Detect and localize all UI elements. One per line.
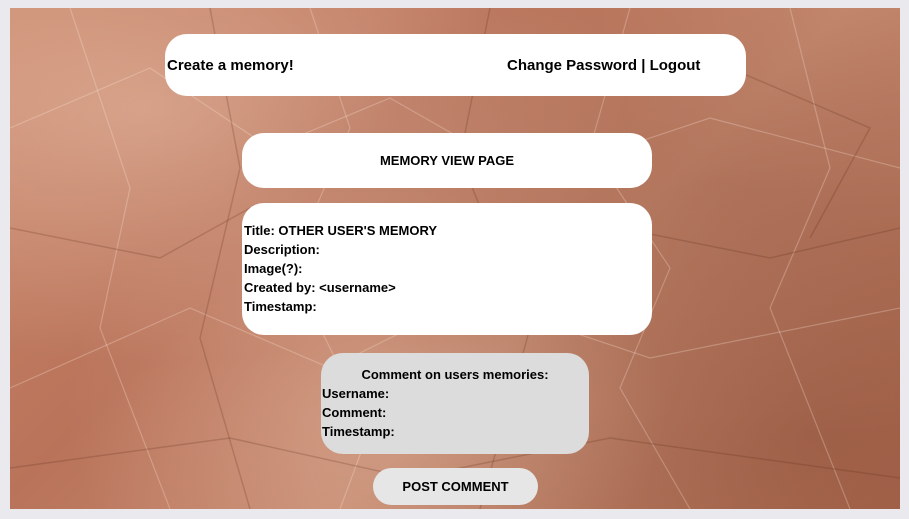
crumpled-paper-background: Create a memory! Change Password | Logou…: [10, 8, 900, 509]
comment-heading: Comment on users memories:: [361, 367, 549, 382]
comment-panel: Comment on users memories: Username: Com…: [321, 353, 589, 454]
create-memory-link[interactable]: Create a memory!: [167, 57, 294, 74]
change-password-link[interactable]: Change Password: [507, 57, 637, 74]
account-links: Change Password | Logout: [507, 57, 700, 74]
memory-description: Description:: [244, 242, 320, 257]
page-title: MEMORY VIEW PAGE: [379, 153, 515, 168]
logout-link[interactable]: Logout: [650, 57, 701, 74]
nav-separator: |: [637, 57, 650, 74]
memory-title: Title: OTHER USER'S MEMORY: [244, 223, 438, 238]
memory-details-panel: Title: OTHER USER'S MEMORY Description: …: [242, 203, 652, 335]
post-comment-button[interactable]: POST COMMENT: [373, 468, 538, 505]
top-navbar: Create a memory! Change Password | Logou…: [165, 34, 746, 96]
memory-timestamp: Timestamp:: [244, 299, 317, 314]
comment-username[interactable]: Username:: [322, 386, 389, 401]
page-title-panel: MEMORY VIEW PAGE: [242, 133, 652, 188]
memory-image: Image(?):: [244, 261, 303, 276]
memory-created-by: Created by: <username>: [244, 280, 396, 295]
comment-text[interactable]: Comment:: [322, 405, 386, 420]
comment-timestamp: Timestamp:: [322, 424, 395, 439]
